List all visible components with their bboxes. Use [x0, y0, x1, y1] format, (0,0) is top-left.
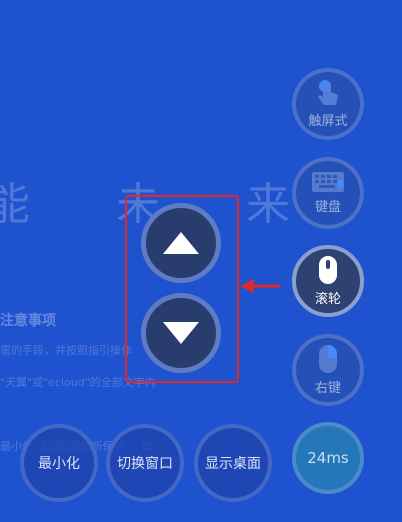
right-click-button[interactable]: 右键 — [292, 334, 364, 406]
wheel-mode-label: 滚轮 — [314, 292, 341, 307]
latency-value: 24ms — [307, 449, 349, 467]
scroll-down-button[interactable] — [141, 293, 221, 373]
minimize-button[interactable]: 最小化 — [20, 424, 98, 502]
background-heading: 注意事项 — [0, 313, 56, 329]
touch-mode-label: 触屏式 — [308, 114, 348, 129]
latency-indicator: 24ms — [292, 422, 364, 494]
show-desktop-button[interactable]: 显示桌面 — [194, 424, 272, 502]
switch-window-button[interactable]: 切换窗口 — [106, 424, 184, 502]
red-pointer-arrow-icon — [240, 279, 280, 293]
touch-hand-icon — [318, 80, 338, 105]
scroll-down-icon — [163, 322, 199, 344]
mouse-icon — [319, 256, 337, 284]
right-click-mouse-icon — [319, 345, 337, 373]
right-click-label: 右键 — [314, 381, 341, 396]
touch-mode-button[interactable]: 触屏式 — [292, 68, 364, 140]
show-desktop-label: 显示桌面 — [205, 456, 261, 472]
scroll-up-icon — [163, 232, 199, 254]
scroll-up-button[interactable] — [141, 203, 221, 283]
minimize-label: 最小化 — [38, 456, 80, 472]
background-line: 需的手段，并按照指引操作 — [0, 344, 132, 357]
switch-window-label: 切换窗口 — [117, 456, 173, 472]
keyboard-icon — [312, 172, 344, 192]
keyboard-mode-button[interactable]: 键盘 — [292, 157, 364, 229]
wheel-mode-button[interactable]: 滚轮 — [292, 245, 364, 317]
keyboard-mode-label: 键盘 — [314, 200, 341, 215]
